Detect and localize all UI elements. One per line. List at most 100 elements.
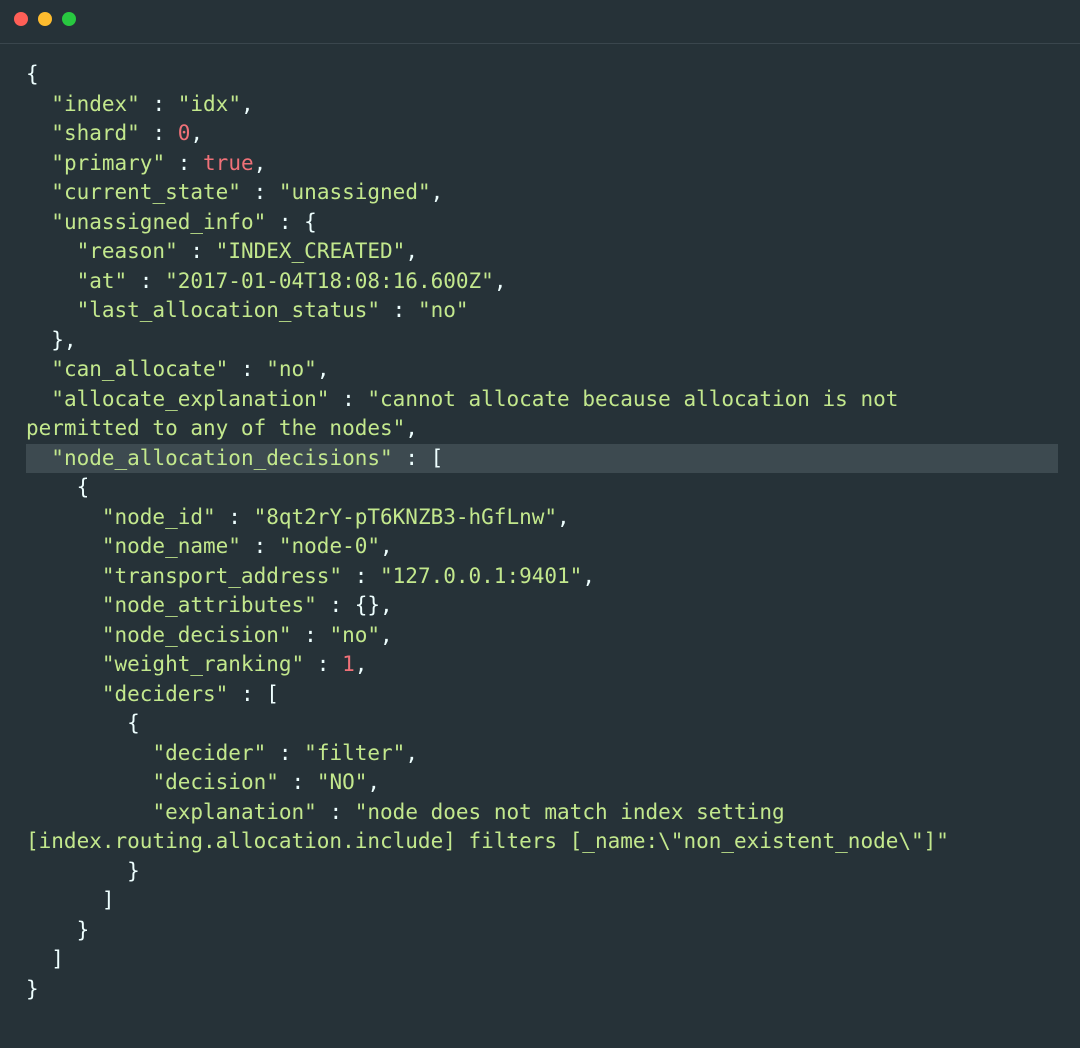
code-line: [index.routing.allocation.include] filte… [26,827,1058,857]
json-punctuation [26,564,102,588]
json-punctuation: , [405,239,418,263]
json-punctuation [26,593,102,617]
json-punctuation [26,682,102,706]
json-punctuation: : [291,622,330,647]
json-punctuation: : [177,239,216,263]
json-punctuation: , [380,534,393,558]
json-punctuation [26,623,102,647]
json-punctuation [26,505,102,529]
code-line: "node_decision" : "no", [26,621,1058,651]
json-punctuation: : [127,268,166,293]
json-punctuation: , [354,652,368,676]
code-line: "node_id" : "8qt2rY-pT6KNZB3-hGfLnw", [26,503,1058,533]
json-key: "at" [76,268,128,293]
json-key: "current_state" [51,180,241,204]
json-punctuation: , [557,504,570,529]
json-key: "node_decision" [101,622,292,647]
code-line: "allocate_explanation" : "cannot allocat… [26,385,1058,415]
json-punctuation: : [139,91,178,116]
json-punctuation: : [240,534,279,558]
json-punctuation [26,387,51,411]
json-string: "no" [329,622,381,647]
json-key: "decision" [152,770,279,794]
json-punctuation [26,151,51,175]
json-punctuation: ] [26,947,64,971]
json-string: "no" [266,357,317,381]
json-punctuation: , [367,770,381,794]
code-line: "decision" : "NO", [26,768,1058,798]
json-string: "127.0.0.1:9401" [380,563,583,588]
code-line: "at" : "2017-01-04T18:08:16.600Z", [26,267,1058,297]
json-key: "node_attributes" [101,593,317,617]
json-punctuation [26,92,51,116]
code-line: "explanation" : "node does not match ind… [26,798,1058,828]
code-line: "node_attributes" : {}, [26,591,1058,621]
json-punctuation [26,298,77,322]
json-punctuation: , [253,150,267,175]
code-line: }, [26,326,1058,356]
json-string: [index.routing.allocation.include] filte… [26,829,949,853]
zoom-button[interactable] [62,12,76,26]
json-key: "decider" [152,740,267,765]
json-string: permitted to any of the nodes" [26,416,406,440]
json-punctuation: : [278,770,317,794]
json-key: "weight_ranking" [101,652,305,676]
window-titlebar [0,0,1080,44]
json-punctuation: { [26,475,90,499]
json-key: "reason" [76,239,178,263]
json-punctuation: , [316,357,330,381]
json-punctuation: , [405,740,418,765]
json-punctuation: } [26,976,39,1001]
code-line: "index" : "idx", [26,90,1058,120]
code-line: "reason" : "INDEX_CREATED", [26,237,1058,267]
json-punctuation: , [405,416,418,440]
json-punctuation: , [240,91,254,116]
json-key: "primary" [51,150,166,175]
code-line: ] [26,945,1058,975]
json-punctuation: : [ [392,445,444,470]
json-string: "idx" [177,91,241,116]
json-punctuation: : {}, [316,593,393,617]
json-punctuation: : [342,563,381,588]
json-punctuation: : [304,652,343,676]
json-punctuation: ] [26,888,115,912]
code-block[interactable]: { "index" : "idx", "shard" : 0, "primary… [26,60,1058,1004]
json-punctuation: { [26,62,39,86]
json-string: "NO" [316,770,368,794]
json-boolean: true [203,150,254,175]
json-punctuation [26,770,152,794]
code-line: } [26,916,1058,946]
json-key: "unassigned_info" [51,209,267,234]
code-line: "primary" : true, [26,149,1058,179]
json-punctuation [26,446,51,470]
json-key: "index" [51,91,140,116]
json-number: 0 [177,121,191,145]
json-key: "last_allocation_status" [76,298,381,322]
json-punctuation [26,534,102,558]
code-line: ] [26,886,1058,916]
code-line: permitted to any of the nodes", [26,414,1058,444]
close-button[interactable] [14,12,28,26]
json-key: "explanation" [152,799,317,824]
code-line: "unassigned_info" : { [26,208,1058,238]
minimize-button[interactable] [38,12,52,26]
json-punctuation: : [380,298,418,322]
json-string: "2017-01-04T18:08:16.600Z" [165,268,494,293]
json-string: "node-0" [278,534,381,558]
json-punctuation [26,652,102,676]
code-line: { [26,473,1058,503]
json-punctuation: , [493,268,507,293]
code-line: "node_name" : "node-0", [26,532,1058,562]
json-string: "8qt2rY-pT6KNZB3-hGfLnw" [253,504,558,529]
json-punctuation [26,239,77,263]
json-string: "INDEX_CREATED" [215,239,406,263]
json-string: "unassigned" [278,180,431,204]
json-punctuation [26,210,51,234]
json-key: "node_id" [101,504,216,529]
json-punctuation: , [582,563,595,588]
json-punctuation: } [26,917,90,942]
json-punctuation: : [ [228,681,279,706]
json-punctuation [26,800,152,824]
json-punctuation [26,357,51,381]
json-punctuation: , [430,180,444,204]
